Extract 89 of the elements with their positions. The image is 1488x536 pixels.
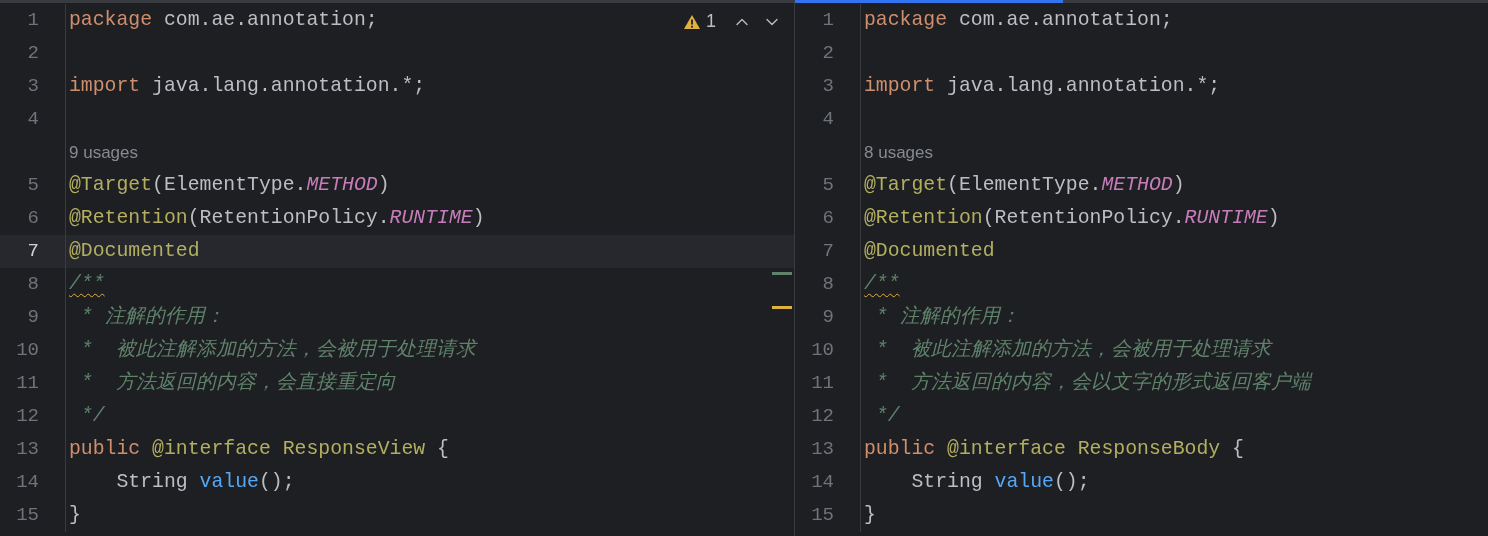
- annotation: @Retention: [864, 206, 983, 229]
- line-number: 3: [822, 74, 834, 100]
- usages-hint[interactable]: 9 usages: [69, 139, 138, 166]
- usages-hint[interactable]: 8 usages: [864, 139, 933, 166]
- constant: METHOD: [306, 173, 378, 196]
- line-number: 5: [822, 173, 834, 199]
- line-number: 14: [811, 470, 834, 496]
- line-number: 9: [27, 305, 39, 331]
- line-number: 6: [822, 206, 834, 232]
- code-text: java.lang.annotation.*;: [946, 74, 1221, 97]
- keyword: package: [864, 8, 948, 31]
- annotation: @Target: [69, 173, 153, 196]
- comment: /**: [864, 272, 900, 295]
- keyword: import: [69, 74, 141, 97]
- code-text: ): [1267, 206, 1280, 229]
- type-name: ResponseBody: [1077, 437, 1221, 460]
- line-number: 11: [16, 371, 39, 397]
- comment: * 方法返回的内容，会直接重定向: [79, 371, 397, 394]
- annotation: @interface: [947, 437, 1067, 460]
- code-text: (ElementType.: [152, 173, 307, 196]
- code-text: (ElementType.: [947, 173, 1102, 196]
- keyword: public: [864, 437, 937, 460]
- code-text: String: [910, 470, 984, 493]
- scrollbar-marker: [772, 306, 792, 309]
- code-text: String: [115, 470, 189, 493]
- code-text: ();: [258, 470, 295, 493]
- code-text: ();: [1053, 470, 1090, 493]
- method-name: value: [199, 470, 259, 493]
- comment: */: [79, 404, 105, 427]
- comment: /**: [69, 272, 105, 295]
- line-number: 15: [811, 503, 834, 529]
- annotation: @Documented: [69, 239, 200, 262]
- warning-indicator[interactable]: 1: [683, 8, 716, 35]
- line-number: 13: [16, 437, 39, 463]
- comment: */: [874, 404, 900, 427]
- keyword: public: [69, 437, 142, 460]
- line-number: 15: [16, 503, 39, 529]
- scrollbar-marker: [772, 272, 792, 275]
- line-number: 13: [811, 437, 834, 463]
- line-number: 10: [16, 338, 39, 364]
- code-text: }: [864, 503, 876, 526]
- line-number: 7: [27, 239, 39, 265]
- comment: * 被此注解添加的方法，会被用于处理请求: [874, 338, 1272, 361]
- annotation: @Documented: [864, 239, 995, 262]
- warning-count: 1: [706, 10, 716, 33]
- comment: * 方法返回的内容，会以文字的形式返回客户端: [874, 371, 1312, 394]
- keyword: package: [69, 8, 153, 31]
- line-number: 14: [16, 470, 39, 496]
- code-text: (RetentionPolicy.: [982, 206, 1185, 229]
- line-number: 12: [811, 404, 834, 430]
- line-number: 7: [822, 239, 834, 265]
- line-number: 5: [27, 173, 39, 199]
- line-number: 8: [27, 272, 39, 298]
- line-number: 10: [811, 338, 834, 364]
- line-number: 8: [822, 272, 834, 298]
- code-text: com.ae.annotation;: [162, 8, 378, 31]
- code-text: }: [69, 503, 81, 526]
- line-number: 2: [822, 41, 834, 67]
- line-number: 11: [811, 371, 834, 397]
- code-text: {: [1231, 437, 1244, 460]
- warning-icon: [683, 13, 701, 30]
- line-number: 1: [27, 8, 39, 34]
- line-number: 6: [27, 206, 39, 232]
- constant: METHOD: [1101, 173, 1173, 196]
- line-number: 1: [822, 8, 834, 34]
- code-text: ): [1172, 173, 1185, 196]
- code-text: ): [377, 173, 390, 196]
- line-number: 3: [27, 74, 39, 100]
- annotation: @Target: [864, 173, 948, 196]
- line-number: 2: [27, 41, 39, 67]
- code-text: ): [472, 206, 485, 229]
- code-text: (RetentionPolicy.: [187, 206, 390, 229]
- constant: RUNTIME: [389, 206, 473, 229]
- line-number: 4: [27, 107, 39, 133]
- line-number: 12: [16, 404, 39, 430]
- code-text: com.ae.annotation;: [957, 8, 1173, 31]
- code-text: java.lang.annotation.*;: [151, 74, 426, 97]
- method-name: value: [994, 470, 1054, 493]
- comment: * 被此注解添加的方法，会被用于处理请求: [79, 338, 477, 361]
- annotation: @interface: [152, 437, 272, 460]
- comment: * 注解的作用：: [79, 305, 225, 328]
- line-number: 9: [822, 305, 834, 331]
- constant: RUNTIME: [1184, 206, 1268, 229]
- code-text: {: [436, 437, 449, 460]
- keyword: import: [864, 74, 936, 97]
- line-number: 4: [822, 107, 834, 133]
- comment: * 注解的作用：: [874, 305, 1020, 328]
- type-name: ResponseView: [282, 437, 426, 460]
- annotation: @Retention: [69, 206, 188, 229]
